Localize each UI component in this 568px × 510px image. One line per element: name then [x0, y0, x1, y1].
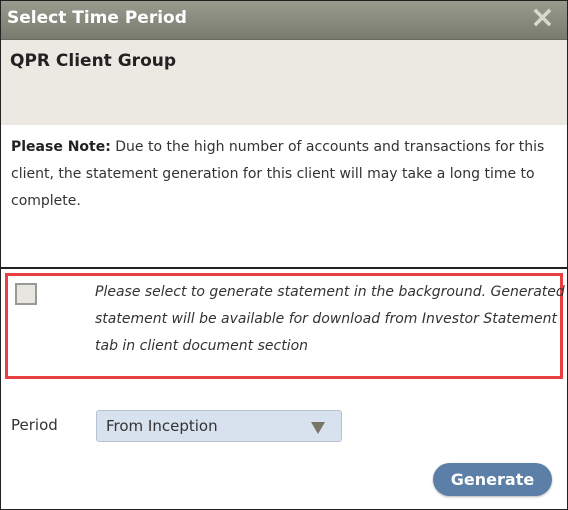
background-option-text: Please select to generate statement in t…: [95, 284, 565, 354]
dropdown-arrow-icon: [311, 422, 325, 434]
background-option-box: Please select to generate statement in t…: [5, 273, 565, 379]
note-text: Please Note: Due to the high number of a…: [11, 134, 561, 215]
dialog-titlebar: Select Time Period ×: [1, 1, 567, 40]
period-selected-value: From Inception: [106, 417, 218, 435]
generate-button[interactable]: Generate: [433, 463, 552, 496]
close-icon[interactable]: ×: [530, 3, 555, 33]
note-label: Please Note:: [11, 139, 111, 155]
divider: [1, 267, 567, 269]
client-header: QPR Client Group: [1, 40, 567, 125]
select-time-period-dialog: Select Time Period × QPR Client Group Pl…: [0, 0, 568, 510]
client-name: QPR Client Group: [10, 51, 177, 71]
period-label: Period: [11, 416, 58, 434]
period-select[interactable]: From Inception: [96, 410, 342, 442]
background-generation-checkbox[interactable]: [15, 283, 37, 305]
dialog-title: Select Time Period: [7, 8, 187, 28]
